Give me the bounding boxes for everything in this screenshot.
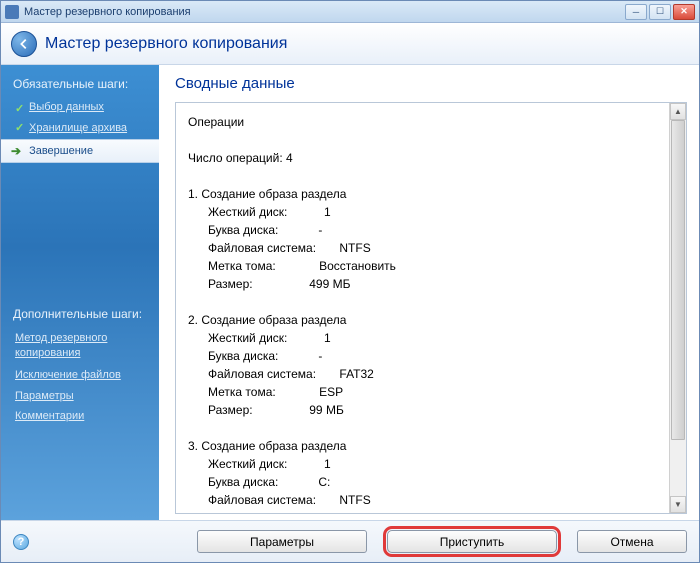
back-button[interactable] — [11, 31, 37, 57]
check-icon: ✓ — [15, 102, 25, 112]
arrow-right-icon: ➔ — [11, 144, 21, 158]
step-archive-storage[interactable]: ✓ Хранилище архива — [1, 117, 159, 139]
sidebar: Обязательные шаги: ✓ Выбор данных ✓ Хран… — [1, 65, 159, 520]
summary-text: Операции Число операций: 4 1. Создание о… — [176, 103, 669, 513]
step-exclude-files[interactable]: Исключение файлов — [1, 364, 159, 386]
step-parameters[interactable]: Параметры — [1, 386, 159, 406]
main-panel: Сводные данные Операции Число операций: … — [159, 65, 699, 520]
check-icon: ✓ — [15, 121, 25, 131]
step-label: Завершение — [29, 145, 93, 157]
options-button[interactable]: Параметры — [197, 530, 367, 553]
summary-box: Операции Число операций: 4 1. Создание о… — [175, 102, 687, 514]
footer: ? Параметры Приступить Отмена — [1, 520, 699, 562]
minimize-button[interactable]: ─ — [625, 4, 647, 20]
step-comments[interactable]: Комментарии — [1, 406, 159, 426]
scroll-track[interactable] — [670, 120, 686, 496]
maximize-button[interactable]: ☐ — [649, 4, 671, 20]
app-icon — [5, 5, 19, 19]
step-label: Исключение файлов — [15, 368, 121, 382]
step-label: Хранилище архива — [29, 121, 127, 135]
cancel-button[interactable]: Отмена — [577, 530, 687, 553]
step-backup-method[interactable]: Метод резервного копирования — [1, 327, 159, 364]
step-select-data[interactable]: ✓ Выбор данных — [1, 97, 159, 117]
header-title: Мастер резервного копирования — [45, 35, 287, 53]
step-label: Параметры — [15, 390, 74, 402]
step-label: Комментарии — [15, 410, 84, 422]
step-completion[interactable]: ➔ Завершение — [1, 139, 159, 163]
window-title: Мастер резервного копирования — [24, 6, 625, 18]
scroll-thumb[interactable] — [671, 120, 685, 440]
close-button[interactable]: ✕ — [673, 4, 695, 20]
proceed-button[interactable]: Приступить — [387, 530, 557, 553]
step-label: Выбор данных — [29, 101, 104, 113]
optional-steps-title: Дополнительные шаги: — [1, 303, 159, 327]
arrow-left-icon — [17, 37, 31, 51]
mandatory-steps-title: Обязательные шаги: — [1, 73, 159, 97]
help-icon[interactable]: ? — [13, 534, 29, 550]
wizard-window: Мастер резервного копирования ─ ☐ ✕ Маст… — [0, 0, 700, 563]
step-label: Метод резервного копирования — [15, 331, 149, 360]
header: Мастер резервного копирования — [1, 23, 699, 65]
page-title: Сводные данные — [175, 75, 687, 92]
scrollbar[interactable]: ▲ ▼ — [669, 103, 686, 513]
scroll-up-icon[interactable]: ▲ — [670, 103, 686, 120]
titlebar: Мастер резервного копирования ─ ☐ ✕ — [1, 1, 699, 23]
scroll-down-icon[interactable]: ▼ — [670, 496, 686, 513]
